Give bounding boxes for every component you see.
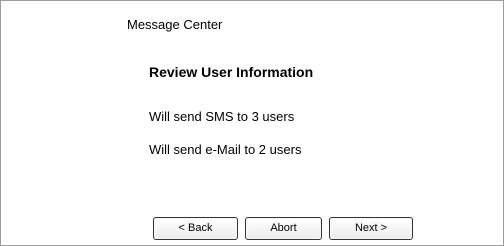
back-button[interactable]: < Back	[153, 217, 238, 240]
window-title: Message Center	[127, 17, 223, 32]
page-heading: Review User Information	[149, 64, 314, 80]
email-summary-text: Will send e-Mail to 2 users	[149, 142, 302, 157]
dialog-frame: Message Center Review User Information W…	[0, 0, 504, 246]
next-button[interactable]: Next >	[329, 217, 413, 240]
sms-summary-text: Will send SMS to 3 users	[149, 109, 295, 124]
abort-button[interactable]: Abort	[245, 217, 322, 240]
